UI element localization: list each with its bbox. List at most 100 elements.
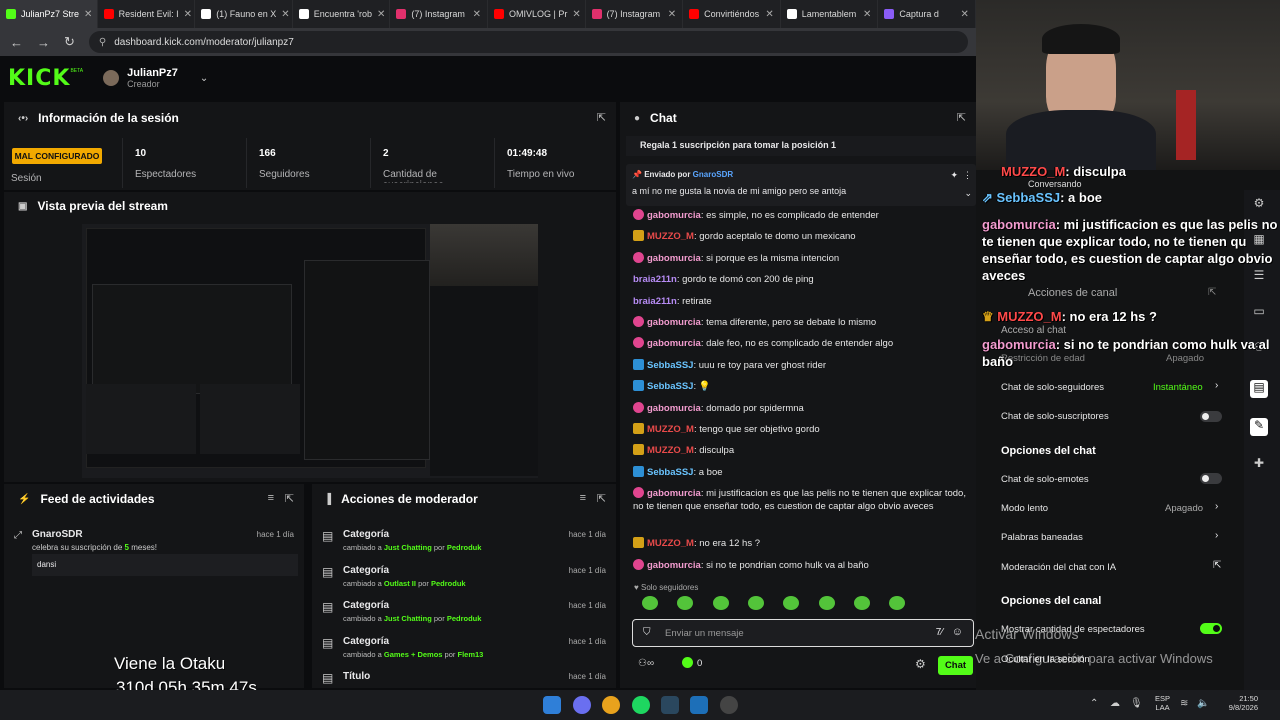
chat-username[interactable]: gabomurcia: [647, 253, 701, 264]
emote-icon[interactable]: [818, 596, 835, 610]
close-icon[interactable]: ✕: [668, 9, 676, 20]
chat-message[interactable]: SebbaSSJ: a boe: [633, 465, 973, 479]
people-icon[interactable]: ⚇∞: [638, 658, 654, 669]
wrench-icon[interactable]: ✎: [1250, 418, 1268, 436]
chat-username[interactable]: gabomurcia: [647, 317, 701, 328]
close-icon[interactable]: ✕: [184, 9, 192, 20]
emotes-only-setting[interactable]: Chat de solo-emotes: [1001, 474, 1089, 485]
filter-icon[interactable]: ≡: [268, 492, 274, 504]
browser-tab[interactable]: Resident Evil: I ✕: [98, 0, 196, 28]
mod-action-row[interactable]: ▤ Categoría hace 1 día cambiado a Games + D…: [312, 631, 616, 665]
discord-icon[interactable]: [573, 696, 591, 714]
followers-only-setting[interactable]: Chat de solo-seguidores: [1001, 382, 1104, 393]
more-icon[interactable]: ⋮: [963, 170, 972, 181]
emoji-icon[interactable]: ☺: [952, 626, 963, 638]
popout-icon[interactable]: ⇱: [285, 492, 294, 505]
mod-action-user[interactable]: Pedroduk: [431, 579, 466, 588]
spotify-icon[interactable]: [632, 696, 650, 714]
chat-username[interactable]: MUZZO_M: [647, 231, 694, 242]
chat-username[interactable]: SebbaSSJ: [647, 360, 693, 371]
back-icon[interactable]: ←: [10, 35, 23, 50]
chat-message[interactable]: gabomurcia: domado por spidermna: [633, 401, 973, 415]
chat-username[interactable]: gabomurcia: [647, 403, 701, 414]
chat-username[interactable]: gabomurcia: [647, 210, 701, 221]
puzzle-icon[interactable]: ✚: [1250, 456, 1268, 474]
chat-message[interactable]: MUZZO_M: disculpa: [633, 444, 973, 457]
chevron-up-icon[interactable]: ⌃: [1090, 698, 1098, 709]
browser-tab[interactable]: Captura d ✕: [878, 0, 976, 28]
mod-action-user[interactable]: Pedroduk: [447, 614, 482, 623]
emote-icon[interactable]: [854, 596, 871, 610]
chat-message[interactable]: gabomurcia: dale feo, no es complicado d…: [633, 337, 973, 350]
browser-tab[interactable]: OMIVLOG | Pr ✕: [488, 0, 586, 28]
chat-message[interactable]: MUZZO_M: gordo aceptalo te domo un mexic…: [633, 230, 973, 243]
mod-action-row[interactable]: ▤ Categoría hace 1 día cambiado a Outlast I…: [312, 560, 616, 594]
chat-message[interactable]: gabomurcia: tema diferente, pero se deba…: [633, 316, 973, 329]
obs-icon[interactable]: [720, 696, 738, 714]
chat-message[interactable]: gabomurcia: es simple, no es complicado …: [633, 209, 973, 222]
clock[interactable]: 21:50 9/8/2026: [1218, 694, 1258, 712]
chevron-down-icon[interactable]: ⌄: [200, 73, 208, 84]
page-nav-icon[interactable]: ▤: [1250, 380, 1268, 398]
forward-icon[interactable]: →: [37, 35, 50, 50]
chat-username[interactable]: gabomurcia: [647, 488, 701, 499]
emote-icon[interactable]: [748, 596, 765, 610]
chevron-right-icon[interactable]: ›: [1215, 501, 1218, 512]
browser-tab[interactable]: (7) Instagram ✕: [390, 0, 488, 28]
wifi-icon[interactable]: ≋: [1180, 698, 1188, 709]
emote-icon[interactable]: [889, 596, 906, 610]
close-icon[interactable]: ✕: [377, 9, 385, 20]
reload-icon[interactable]: ↻: [64, 34, 75, 50]
windows-start-icon[interactable]: [543, 696, 561, 714]
chrome-icon[interactable]: [602, 696, 620, 714]
popout-icon[interactable]: ⇱: [597, 111, 606, 124]
user-info[interactable]: JulianPz7 Creador: [127, 67, 178, 89]
site-info-icon[interactable]: ⚲: [99, 37, 106, 48]
subs-only-setting[interactable]: Chat de solo-suscriptores: [1001, 411, 1109, 422]
settings-nav-icon[interactable]: ⚙: [1250, 196, 1268, 214]
chat-username[interactable]: MUZZO_M: [647, 445, 694, 456]
chat-username[interactable]: SebbaSSJ: [647, 467, 693, 478]
steam-icon[interactable]: [661, 696, 679, 714]
filter-icon[interactable]: ≡: [580, 492, 586, 504]
chat-message[interactable]: braia211n: retirate: [633, 295, 973, 308]
language-indicator[interactable]: ESP LAA: [1155, 694, 1170, 712]
browser-tab[interactable]: (1) Fauno en X ✕: [195, 0, 293, 28]
browser-tab[interactable]: Convirtiéndos ✕: [683, 0, 781, 28]
mod-action-row[interactable]: ▤ Categoría hace 1 día cambiado a Just Chat…: [312, 524, 616, 558]
show-viewers-toggle[interactable]: [1200, 623, 1222, 634]
chat-username[interactable]: gabomurcia: [647, 338, 701, 349]
browser-tab[interactable]: Lamentablem ✕: [781, 0, 879, 28]
mic-icon[interactable]: 🎙: [1130, 698, 1143, 709]
ai-moderation-setting[interactable]: Moderación del chat con IA: [1001, 562, 1116, 573]
chat-message[interactable]: gabomurcia: si porque es la misma intenc…: [633, 251, 973, 265]
chat-message[interactable]: SebbaSSJ: uuu re toy para ver ghost ride…: [633, 358, 973, 372]
chevron-right-icon[interactable]: ›: [1215, 530, 1218, 541]
close-icon[interactable]: ✕: [84, 9, 92, 20]
avatar[interactable]: [103, 70, 120, 86]
volume-icon[interactable]: 🔈: [1197, 698, 1209, 709]
close-icon[interactable]: ✕: [473, 9, 481, 20]
emote-icon[interactable]: [677, 596, 694, 610]
feed-user[interactable]: GnaroSDR: [32, 529, 83, 540]
pinned-user[interactable]: GnaroSDR: [693, 170, 733, 179]
network-icon[interactable]: ☁: [1110, 698, 1120, 709]
url-field[interactable]: ⚲ dashboard.kick.com/moderator/julianpz7: [88, 31, 968, 53]
chat-message[interactable]: gabomurcia: si no te pondrian como hulk …: [633, 558, 973, 572]
emote-icon[interactable]: [642, 596, 658, 610]
subs-only-toggle[interactable]: [1200, 411, 1222, 422]
popout-icon[interactable]: ⇱: [957, 111, 966, 124]
app-icon[interactable]: [690, 696, 708, 714]
send-chat-button[interactable]: Chat: [938, 656, 973, 675]
gift-sub-banner[interactable]: Regala 1 suscripción para tomar la posic…: [626, 136, 976, 156]
chat-message[interactable]: gabomurcia: mi justificacion es que las …: [633, 487, 973, 513]
chat-nav-icon[interactable]: ▭: [1250, 304, 1268, 322]
chevron-down-icon[interactable]: ⌄: [964, 188, 972, 199]
status-badge[interactable]: MAL CONFIGURADO: [12, 148, 102, 164]
chat-message[interactable]: SebbaSSJ: 💡: [633, 380, 973, 393]
browser-tab[interactable]: (7) Instagram ✕: [586, 0, 684, 28]
translate-icon[interactable]: 7⁄: [936, 627, 943, 638]
chat-message[interactable]: MUZZO_M: no era 12 hs ?: [633, 537, 973, 550]
chat-input[interactable]: ⛉ Enviar un mensaje 7⁄ ☺: [632, 619, 974, 647]
external-link-icon[interactable]: ⇱: [1213, 560, 1221, 571]
